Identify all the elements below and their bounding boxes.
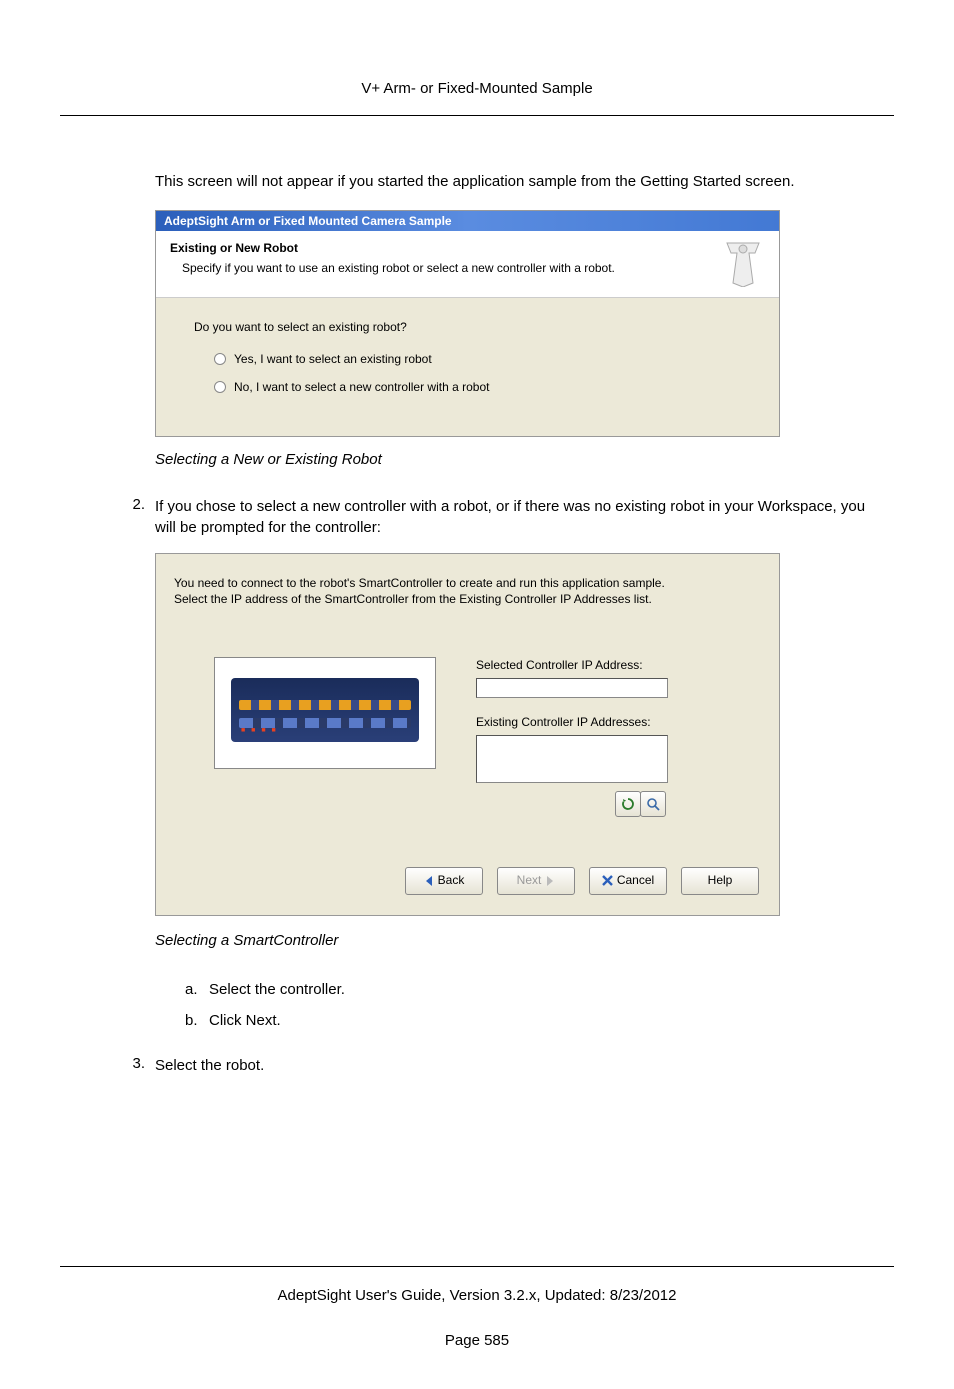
dialog-subheading: Specify if you want to use an existing r…	[170, 261, 765, 275]
radio-icon	[214, 353, 226, 365]
sub-list-item-b: b. Click Next.	[185, 1010, 884, 1031]
list-number: 2.	[125, 496, 155, 1045]
existing-ip-list[interactable]	[476, 735, 668, 783]
cancel-button[interactable]: Cancel	[589, 867, 667, 895]
figure-caption-1: Selecting a New or Existing Robot	[155, 451, 884, 468]
radio-icon	[214, 381, 226, 393]
footer-info: AdeptSight User's Guide, Version 3.2.x, …	[60, 1287, 894, 1304]
header-rule	[60, 115, 894, 116]
list-item-2: 2. If you chose to select a new controll…	[155, 496, 884, 1045]
radio-label: No, I want to select a new controller wi…	[234, 380, 489, 394]
sub-list-letter: a.	[185, 979, 209, 1000]
dialog-question: Do you want to select an existing robot?	[194, 320, 741, 334]
refresh-icon	[621, 797, 635, 811]
page-header: V+ Arm- or Fixed-Mounted Sample	[60, 80, 894, 97]
intro-paragraph: This screen will not appear if you start…	[155, 171, 884, 192]
refresh-button[interactable]	[615, 791, 641, 817]
back-button[interactable]: Back	[405, 867, 483, 895]
page-number: Page 585	[60, 1332, 894, 1349]
list-item-3: 3. Select the robot.	[155, 1055, 884, 1076]
sub-list-item-a: a. Select the controller.	[185, 979, 884, 1000]
dialog-titlebar: AdeptSight Arm or Fixed Mounted Camera S…	[156, 211, 779, 231]
dialog2-intro: You need to connect to the robot's Smart…	[174, 576, 761, 607]
footer-rule	[60, 1266, 894, 1267]
dialog-header-panel: Existing or New Robot Specify if you wan…	[156, 231, 779, 298]
robot-selection-dialog: AdeptSight Arm or Fixed Mounted Camera S…	[155, 210, 780, 437]
figure-caption-2: Selecting a SmartController	[155, 930, 884, 951]
next-button[interactable]: Next	[497, 867, 575, 895]
radio-option-existing[interactable]: Yes, I want to select an existing robot	[194, 352, 741, 366]
list-text: If you chose to select a new controller …	[155, 496, 884, 538]
next-arrow-icon	[545, 876, 555, 886]
help-button[interactable]: Help	[681, 867, 759, 895]
radio-label: Yes, I want to select an existing robot	[234, 352, 432, 366]
selected-ip-input[interactable]	[476, 678, 668, 698]
selected-ip-label: Selected Controller IP Address:	[476, 657, 761, 674]
sub-list-text: Click Next.	[209, 1010, 281, 1031]
sub-list-text: Select the controller.	[209, 979, 345, 1000]
existing-ip-label: Existing Controller IP Addresses:	[476, 714, 761, 731]
sub-list-letter: b.	[185, 1010, 209, 1031]
radio-option-new[interactable]: No, I want to select a new controller wi…	[194, 380, 741, 394]
dialog-heading: Existing or New Robot	[170, 241, 765, 255]
controller-image: ■ ■ ■ ■	[214, 657, 436, 769]
controller-selection-dialog: You need to connect to the robot's Smart…	[155, 553, 780, 916]
list-text: Select the robot.	[155, 1055, 884, 1076]
cancel-x-icon	[602, 875, 613, 886]
robot-icon	[721, 239, 765, 287]
search-button[interactable]	[640, 791, 666, 817]
magnifier-icon	[646, 797, 660, 811]
list-number: 3.	[125, 1055, 155, 1076]
back-arrow-icon	[424, 876, 434, 886]
